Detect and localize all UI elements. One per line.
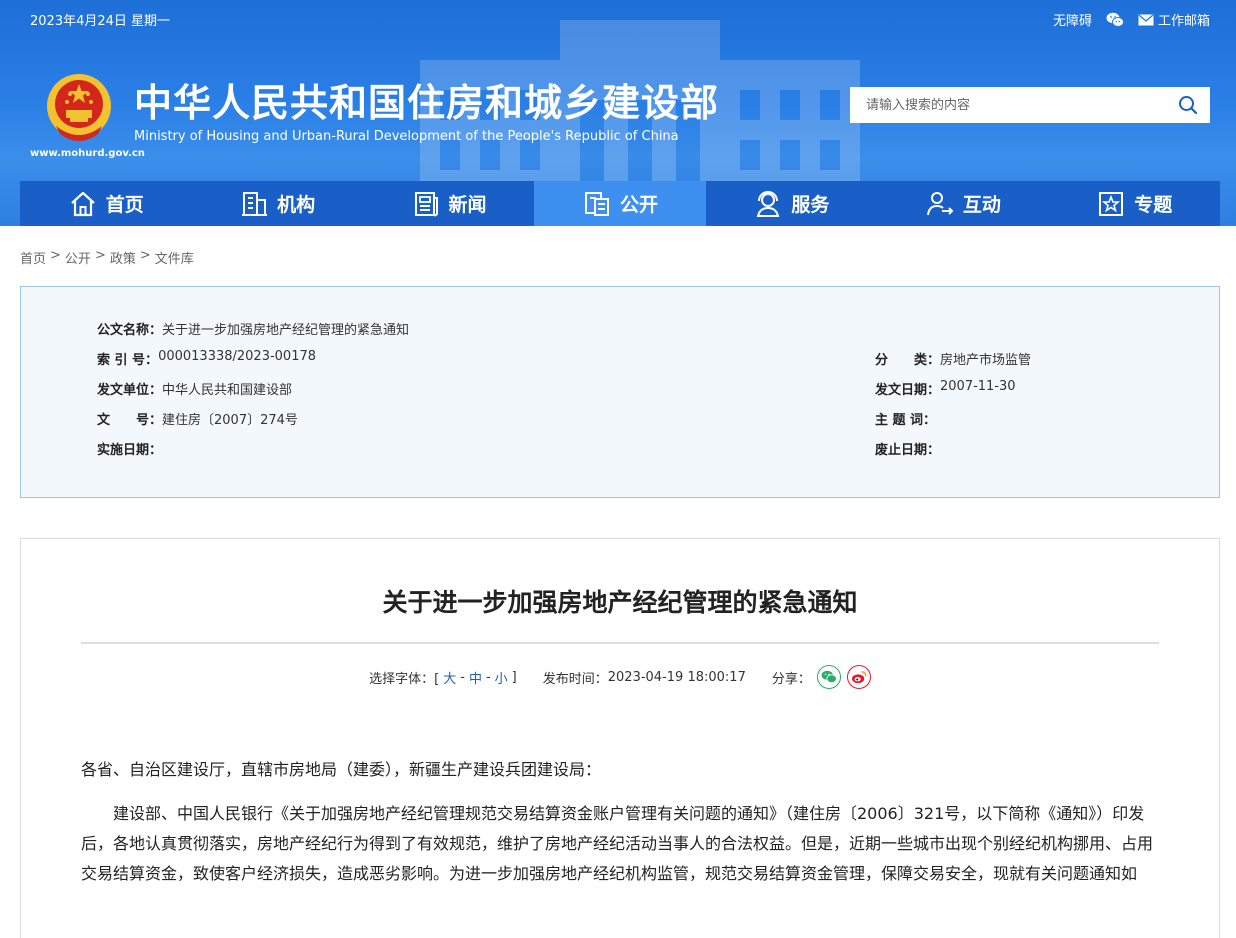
- nav-item-public[interactable]: 公开: [534, 181, 706, 226]
- mail-icon: [1138, 13, 1154, 25]
- breadcrumb-separator: >: [94, 248, 106, 263]
- breadcrumb-separator: >: [139, 248, 151, 263]
- site-header: 2023年4月24日 星期一 无障碍 工作邮箱 www.mohurd.gov.c…: [0, 0, 1236, 226]
- title-divider: [81, 642, 1159, 644]
- main-nav: 首页 机构 新闻 公开 服务 互动 专题: [20, 181, 1220, 226]
- font-large-button[interactable]: 大: [443, 668, 456, 687]
- breadcrumb-public[interactable]: 公开: [65, 248, 91, 267]
- meta-expiry-date: 废止日期：: [875, 439, 940, 458]
- current-date: 2023年4月24日 星期一: [30, 14, 171, 29]
- publish-time: 2023-04-19 18:00:17: [607, 669, 746, 685]
- document-icon: [584, 191, 609, 216]
- share-weibo-button[interactable]: [846, 665, 871, 689]
- font-size-end: ]: [511, 669, 517, 685]
- nav-item-topic[interactable]: 专题: [1049, 181, 1220, 226]
- nav-item-news[interactable]: 新闻: [363, 181, 534, 226]
- weibo-icon: [851, 671, 867, 684]
- search-box: [850, 87, 1210, 123]
- article-paragraph: 建设部、中国人民银行《关于加强房地产经纪管理规范交易结算资金账户管理有关问题的通…: [81, 804, 1154, 883]
- meta-value: 中华人民共和国建设部: [162, 383, 293, 398]
- article-container: 关于进一步加强房地产经纪管理的紧急通知 选择字体：[ 大 - 中 - 小 ] 发…: [20, 538, 1220, 938]
- search-input[interactable]: [850, 87, 1166, 123]
- breadcrumb: 首页 > 公开 > 政策 > 文件库: [20, 248, 194, 267]
- news-icon: [414, 191, 438, 216]
- national-emblem-icon: [47, 74, 111, 141]
- work-mail-label: 工作邮箱: [1157, 14, 1210, 29]
- meta-doc-number: 文 号： 建住房〔2007〕274号: [97, 409, 298, 428]
- publish-time-label: 发布时间：: [542, 671, 608, 687]
- article-body: 各省、自治区建设厅，直辖市房地局（建委），新疆生产建设兵团建设局： 建设部、中国…: [81, 755, 1161, 903]
- font-separator: -: [460, 669, 465, 685]
- meta-doc-name: 公文名称： 关于进一步加强房地产经纪管理的紧急通知: [97, 319, 409, 338]
- building-icon: [242, 191, 268, 216]
- document-meta-panel: 公文名称： 关于进一步加强房地产经纪管理的紧急通知 索 引 号： 0000133…: [20, 286, 1220, 498]
- article-salutation: 各省、自治区建设厅，直辖市房地局（建委），新疆生产建设兵团建设局：: [81, 760, 602, 779]
- meta-issue-date: 发文日期： 2007-11-30: [875, 379, 1016, 398]
- accessibility-link[interactable]: 无障碍: [1053, 10, 1092, 29]
- meta-category: 分 类： 房地产市场监管: [875, 349, 1031, 368]
- article-info-bar: 选择字体：[ 大 - 中 - 小 ] 发布时间： 2023-04-19 18:0…: [21, 665, 1219, 689]
- nav-item-label: 机构: [277, 194, 316, 216]
- meta-label: 主 题 词：: [875, 413, 937, 428]
- breadcrumb-separator: >: [50, 248, 61, 263]
- font-medium-button[interactable]: 中: [469, 668, 482, 687]
- search-button[interactable]: [1166, 87, 1210, 123]
- meta-label: 索 引 号：: [97, 353, 159, 368]
- nav-item-service[interactable]: 服务: [706, 181, 877, 226]
- nav-item-label: 专题: [1134, 194, 1173, 216]
- meta-value: 关于进一步加强房地产经纪管理的紧急通知: [162, 323, 410, 338]
- meta-label: 发文日期：: [875, 383, 941, 398]
- meta-value: 000013338/2023-00178: [158, 349, 317, 364]
- font-size-label: 选择字体：[: [369, 671, 440, 687]
- wechat-icon: [1106, 12, 1124, 27]
- font-small-button[interactable]: 小: [495, 668, 508, 687]
- meta-issuer: 发文单位： 中华人民共和国建设部: [97, 379, 292, 398]
- breadcrumb-home[interactable]: 首页: [20, 248, 46, 267]
- wechat-icon: [821, 670, 837, 684]
- nav-item-label: 首页: [105, 194, 144, 216]
- topic-icon: [1099, 191, 1124, 216]
- meta-label: 废止日期：: [875, 443, 941, 458]
- meta-index-number: 索 引 号： 000013338/2023-00178: [97, 349, 316, 368]
- nav-item-interaction[interactable]: 互动: [877, 181, 1048, 226]
- nav-item-label: 服务: [791, 194, 830, 216]
- share-wechat-button[interactable]: [816, 665, 841, 689]
- meta-value: 2007-11-30: [940, 379, 1016, 394]
- topbar-links: 无障碍 工作邮箱: [1053, 10, 1210, 29]
- meta-value: 建住房〔2007〕274号: [162, 413, 298, 428]
- site-title: 中华人民共和国住房和城乡建设部: [134, 81, 720, 125]
- meta-label: 实施日期：: [97, 443, 163, 458]
- work-mail-link[interactable]: 工作邮箱: [1138, 10, 1210, 29]
- breadcrumb-library[interactable]: 文件库: [155, 248, 194, 267]
- service-icon: [757, 190, 780, 217]
- meta-label: 分 类：: [875, 353, 941, 368]
- share-label: 分享：: [771, 671, 811, 687]
- nav-item-label: 新闻: [448, 194, 487, 216]
- meta-effective-date: 实施日期：: [97, 439, 162, 458]
- nav-item-organization[interactable]: 机构: [191, 181, 362, 226]
- interaction-icon: [926, 191, 954, 215]
- search-icon: [1179, 96, 1198, 115]
- home-icon: [70, 191, 95, 216]
- meta-label: 发文单位：: [97, 383, 163, 398]
- nav-item-label: 互动: [962, 194, 1001, 216]
- nav-item-label: 公开: [619, 194, 658, 216]
- meta-value: 房地产市场监管: [940, 353, 1032, 368]
- site-subtitle: Ministry of Housing and Urban-Rural Deve…: [134, 129, 679, 144]
- site-url: www.mohurd.gov.cn: [30, 148, 145, 159]
- nav-item-home[interactable]: 首页: [20, 181, 191, 226]
- font-separator: -: [485, 669, 491, 685]
- meta-label: 文 号：: [97, 413, 163, 428]
- breadcrumb-policy[interactable]: 政策: [110, 248, 136, 267]
- meta-keywords: 主 题 词：: [875, 409, 936, 428]
- meta-label: 公文名称：: [97, 323, 163, 338]
- wechat-link[interactable]: [1106, 12, 1124, 28]
- article-title: 关于进一步加强房地产经纪管理的紧急通知: [382, 588, 858, 617]
